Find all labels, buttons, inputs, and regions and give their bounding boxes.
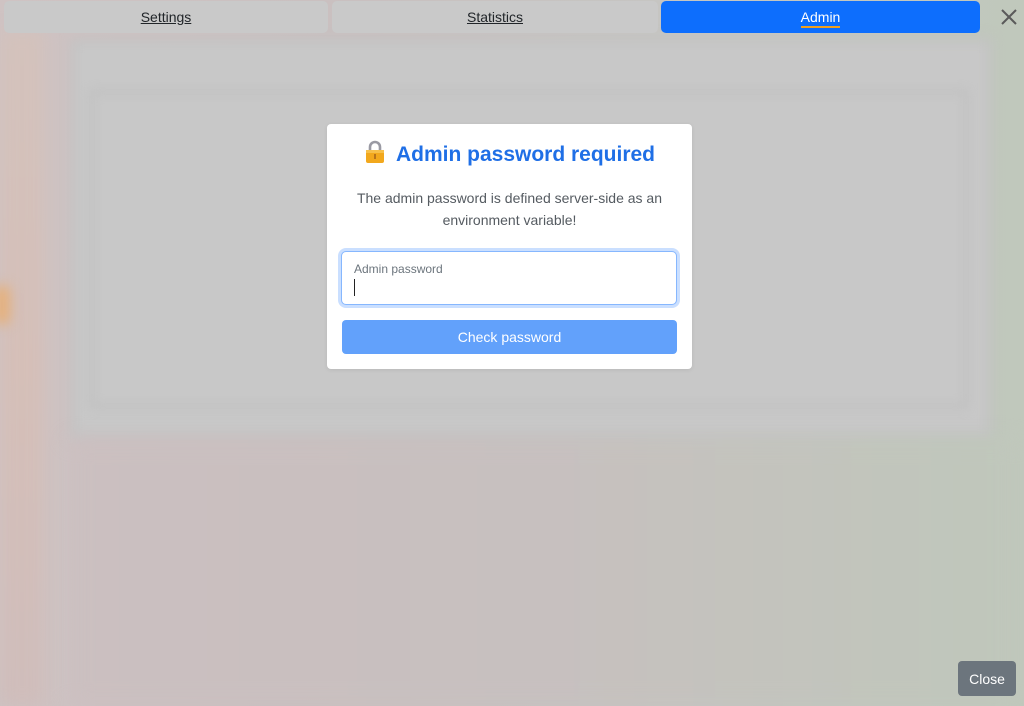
admin-password-field[interactable]: Admin password	[341, 251, 677, 305]
check-password-button[interactable]: Check password	[342, 320, 677, 354]
tab-admin-label: Admin	[800, 9, 841, 28]
tab-bar: Settings Statistics Admin	[0, 0, 1024, 36]
admin-password-input[interactable]	[352, 276, 666, 298]
text-caret	[354, 279, 355, 296]
tab-statistics[interactable]: Statistics	[332, 1, 658, 33]
close-icon[interactable]	[996, 4, 1022, 30]
close-button[interactable]: Close	[958, 661, 1016, 696]
background-sidebar	[0, 30, 44, 706]
background-lower-area	[70, 440, 1020, 706]
background-accent	[0, 285, 10, 325]
tab-admin[interactable]: Admin	[661, 1, 980, 33]
admin-password-dialog: Admin password required The admin passwo…	[327, 124, 692, 369]
tab-settings[interactable]: Settings	[4, 1, 328, 33]
lock-icon	[364, 140, 386, 170]
dialog-description: The admin password is defined server-sid…	[356, 190, 663, 228]
dialog-title-text: Admin password required	[395, 143, 656, 166]
dialog-title: Admin password required	[327, 140, 692, 170]
admin-password-label: Admin password	[354, 262, 443, 276]
